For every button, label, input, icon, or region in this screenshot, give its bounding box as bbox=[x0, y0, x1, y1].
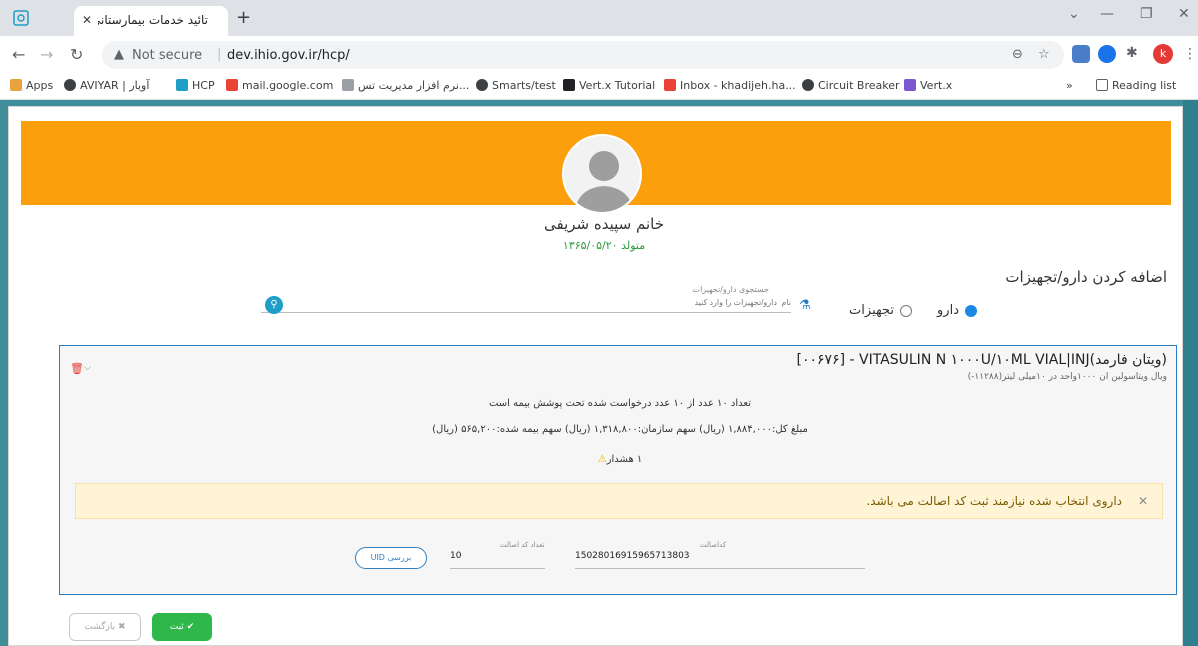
globe-icon bbox=[802, 79, 814, 91]
cancel-button[interactable]: ✖ بازگشت bbox=[69, 613, 141, 641]
star-icon[interactable]: ☆ bbox=[1038, 47, 1050, 62]
apps-icon bbox=[10, 79, 22, 91]
globe-icon bbox=[64, 79, 76, 91]
puzzle-icon[interactable]: ✱ bbox=[1126, 45, 1138, 61]
browser-toolbar: ← → ↻ ▲ Not secure | dev.ihio.gov.ir/hcp… bbox=[0, 36, 1198, 74]
warning-count[interactable]: ۱ هشدار⚠ bbox=[580, 454, 660, 465]
reading-list-icon bbox=[1096, 79, 1108, 91]
hcp-icon bbox=[176, 79, 188, 91]
forward-button[interactable]: → bbox=[40, 45, 53, 64]
radio-equipment-dot[interactable] bbox=[900, 304, 912, 317]
bookmark-test-manager[interactable]: نرم افزار مدیریت تس... bbox=[342, 79, 469, 92]
address-bar[interactable]: ▲ Not secure | dev.ihio.gov.ir/hcp/ ⊖ ☆ bbox=[102, 41, 1064, 69]
new-tab-button[interactable]: + bbox=[236, 7, 251, 28]
submit-button[interactable]: ✔ ثبت bbox=[152, 613, 212, 641]
search-input[interactable] bbox=[291, 293, 791, 312]
code-label: کداصالت bbox=[700, 541, 727, 549]
bookmark-vertx[interactable]: Vert.x bbox=[904, 79, 952, 92]
doc-icon bbox=[342, 79, 354, 91]
count-field[interactable]: 10 bbox=[450, 551, 545, 569]
bookmark-gmail[interactable]: mail.google.com bbox=[226, 79, 333, 92]
drug-title: [۰۰۶۷۶] - VITASULIN N ۱۰۰۰U/۱۰ML VIAL|IN… bbox=[796, 352, 1167, 368]
bookmark-inbox[interactable]: Inbox - khadijeh.ha... bbox=[664, 79, 796, 92]
drug-subtitle: ویال ویتاسولین ان ۱۰۰۰واحد در ۱۰میلی لیت… bbox=[967, 372, 1167, 382]
main-card: خانم سپیده شریفی متولد ۱۳۶۵/۰۵/۲۰ اضافه … bbox=[8, 106, 1183, 646]
type-radio-group: دارو تجهیزات bbox=[827, 303, 977, 321]
code-value: 15028016915965713803 bbox=[575, 551, 690, 561]
close-icon[interactable]: ✕ bbox=[1138, 494, 1148, 508]
reload-button[interactable]: ↻ bbox=[70, 45, 83, 64]
radio-drug[interactable]: دارو bbox=[937, 303, 977, 318]
url-text[interactable]: dev.ihio.gov.ir/hcp/ bbox=[227, 48, 350, 63]
alert-text: داروی انتخاب شده نیازمند ثبت کد اصالت می… bbox=[866, 494, 1122, 508]
checkmark-icon: ✔ bbox=[186, 622, 195, 632]
reading-list-button[interactable]: Reading list bbox=[1096, 79, 1176, 92]
minimize-button[interactable]: — bbox=[1100, 6, 1114, 22]
right-edge-strip bbox=[1183, 100, 1198, 646]
restore-button[interactable]: ❐ bbox=[1140, 6, 1153, 22]
gmail-icon bbox=[226, 79, 238, 91]
patient-avatar bbox=[562, 134, 642, 214]
zoom-icon[interactable]: ⊖ bbox=[1012, 47, 1023, 62]
bookmark-aviyar[interactable]: AVIYAR | آویار bbox=[64, 79, 149, 92]
price-text: مبلغ کل:۱,۸۸۴,۰۰۰ (ریال) سهم سازمان:۱,۳۱… bbox=[432, 424, 808, 435]
extension-icon[interactable] bbox=[1098, 45, 1116, 63]
check-uid-button[interactable]: بررسی UID bbox=[355, 547, 427, 569]
back-button[interactable]: ← bbox=[12, 45, 25, 64]
j-icon bbox=[563, 79, 575, 91]
vertx-icon bbox=[904, 79, 916, 91]
app-icon[interactable] bbox=[10, 5, 32, 31]
bookmark-circuit-breaker[interactable]: Circuit Breaker bbox=[802, 79, 900, 92]
profile-avatar[interactable]: k bbox=[1153, 44, 1173, 64]
tab-search-icon[interactable]: ⌄ bbox=[1068, 6, 1080, 22]
flask-icon: ⚗ bbox=[799, 298, 811, 313]
search-field: ⚲ bbox=[261, 293, 791, 314]
omnibox-separator: | bbox=[217, 47, 222, 62]
warning-triangle-icon: ⚠ bbox=[597, 454, 607, 465]
chevron-down-icon[interactable]: ⌵ bbox=[84, 363, 91, 373]
bookmark-apps[interactable]: Apps bbox=[10, 79, 53, 92]
radio-equipment[interactable]: تجهیزات bbox=[849, 303, 912, 318]
tab-strip: ✕ تائید خدمات بیمارستانی + ⌄ — ❐ ✕ bbox=[0, 0, 1198, 36]
menu-icon[interactable]: ⋮ bbox=[1183, 46, 1197, 62]
more-bookmarks-icon[interactable]: » bbox=[1066, 79, 1073, 92]
gmail-icon bbox=[664, 79, 676, 91]
count-label: تعداد کد اصالت bbox=[500, 541, 545, 549]
radio-drug-dot[interactable] bbox=[965, 304, 977, 317]
count-value: 10 bbox=[450, 551, 462, 561]
patient-name: خانم سپیده شریفی bbox=[544, 215, 664, 233]
bookmarks-bar: Apps AVIYAR | آویار HCP mail.google.com … bbox=[0, 74, 1198, 100]
bookmark-hcp[interactable]: HCP bbox=[176, 79, 215, 92]
search-button[interactable]: ⚲ bbox=[265, 296, 283, 314]
bookmark-vertx-tutorial[interactable]: Vert.x Tutorial bbox=[563, 79, 655, 92]
close-icon: ✖ bbox=[118, 622, 126, 632]
tab-title: تائید خدمات بیمارستانی bbox=[98, 13, 208, 27]
globe-icon bbox=[476, 79, 488, 91]
page-background: خانم سپیده شریفی متولد ۱۳۶۵/۰۵/۲۰ اضافه … bbox=[0, 100, 1198, 646]
close-tab-icon[interactable]: ✕ bbox=[82, 13, 92, 27]
patient-dob: متولد ۱۳۶۵/۰۵/۲۰ bbox=[562, 239, 646, 252]
add-section-title: اضافه کردن دارو/تجهیزات bbox=[1005, 268, 1167, 286]
drug-panel: 🗑 ⌵ [۰۰۶۷۶] - VITASULIN N ۱۰۰۰U/۱۰ML VIA… bbox=[59, 345, 1177, 595]
translate-extension-icon[interactable] bbox=[1072, 45, 1090, 63]
authenticity-alert: ✕ داروی انتخاب شده نیازمند ثبت کد اصالت … bbox=[75, 483, 1163, 519]
warning-icon[interactable]: ▲ bbox=[114, 47, 124, 62]
code-field[interactable]: 15028016915965713803 bbox=[575, 551, 865, 569]
browser-tab[interactable]: ✕ تائید خدمات بیمارستانی bbox=[74, 6, 228, 36]
not-secure-label[interactable]: Not secure bbox=[132, 48, 202, 63]
close-window-button[interactable]: ✕ bbox=[1178, 6, 1190, 22]
coverage-text: تعداد ۱۰ عدد از ۱۰ عدد درخواست شده تحت پ… bbox=[488, 398, 752, 409]
trash-icon[interactable]: 🗑 bbox=[70, 362, 84, 375]
bookmark-smarts-test[interactable]: Smarts/test bbox=[476, 79, 556, 92]
